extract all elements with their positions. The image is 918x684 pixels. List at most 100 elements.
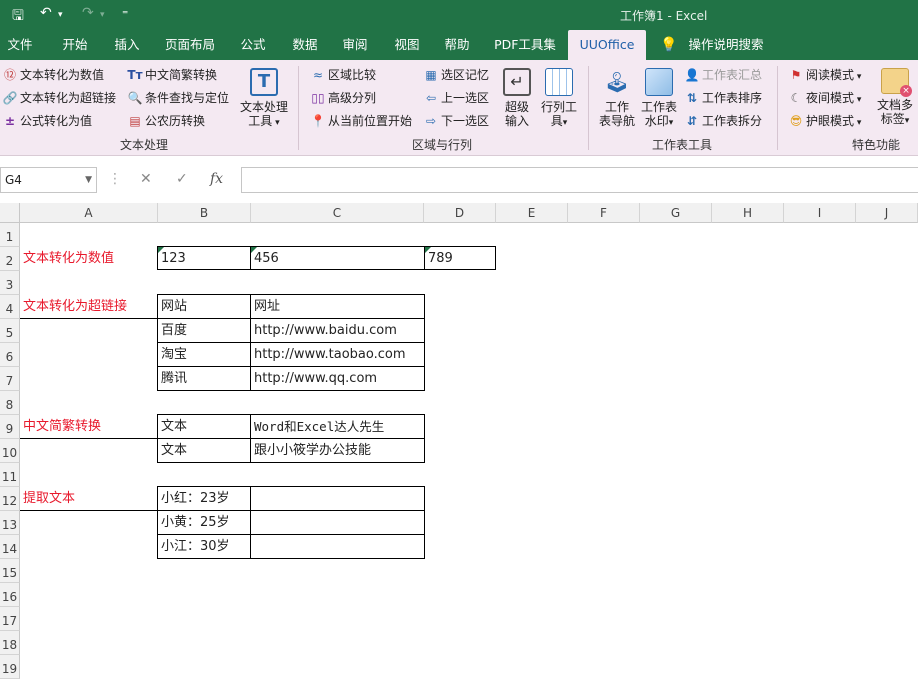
cell-b9[interactable]: 文本: [157, 414, 251, 439]
cell-c13[interactable]: [250, 510, 425, 535]
cell-d2[interactable]: 789: [424, 246, 496, 270]
row-header[interactable]: 5: [0, 319, 20, 343]
cell-a12[interactable]: 提取文本: [20, 487, 157, 511]
column-header[interactable]: F: [568, 203, 640, 223]
undo-icon[interactable]: ↶: [40, 5, 52, 21]
text-processing-tools-button[interactable]: T 文本处理 工具 ▾: [238, 68, 290, 130]
row-header[interactable]: 10: [0, 439, 20, 463]
row-header[interactable]: 13: [0, 511, 20, 535]
cell-b10[interactable]: 文本: [157, 438, 251, 463]
confirm-icon[interactable]: ✓: [176, 171, 188, 187]
cell-b4[interactable]: 网站: [157, 294, 251, 319]
tab-home[interactable]: 开始: [50, 30, 100, 60]
cell-a9[interactable]: 中文简繁转换: [20, 415, 157, 439]
column-header[interactable]: G: [640, 203, 712, 223]
cell-b2[interactable]: 123: [157, 246, 251, 270]
from-current-position-button[interactable]: 📍 从当前位置开始: [310, 111, 413, 131]
formula-to-value-button[interactable]: ± 公式转化为值: [2, 111, 92, 131]
column-header[interactable]: E: [496, 203, 568, 223]
column-header[interactable]: H: [712, 203, 784, 223]
lunar-calendar-button[interactable]: ▤ 公农历转换: [127, 111, 205, 131]
cell-b6[interactable]: 淘宝: [157, 342, 251, 367]
row-header[interactable]: 11: [0, 463, 20, 487]
cell-b14[interactable]: 小江：30岁: [157, 534, 251, 559]
text-to-hyperlink-button[interactable]: 🔗 文本转化为超链接: [2, 88, 117, 108]
select-all-corner[interactable]: [0, 203, 20, 223]
cell-b13[interactable]: 小黄：25岁: [157, 510, 251, 535]
advanced-split-button[interactable]: ▯▯ 高级分列: [310, 88, 376, 108]
chevron-down-icon[interactable]: ▼: [85, 168, 92, 192]
row-header[interactable]: 14: [0, 535, 20, 559]
row-header[interactable]: 7: [0, 367, 20, 391]
column-header[interactable]: I: [784, 203, 856, 223]
cell-c4[interactable]: 网址: [250, 294, 425, 319]
cell-c9[interactable]: Word和Excel达人先生: [250, 414, 425, 439]
name-box[interactable]: G4 ▼: [0, 167, 97, 193]
cell-c10[interactable]: 跟小小筱学办公技能: [250, 438, 425, 463]
reading-mode-button[interactable]: ⚑ 阅读模式 ▾: [788, 65, 862, 85]
row-header[interactable]: 3: [0, 271, 20, 295]
row-header[interactable]: 16: [0, 583, 20, 607]
row-header[interactable]: 4: [0, 295, 20, 319]
row-header[interactable]: 2: [0, 247, 20, 271]
row-header[interactable]: 15: [0, 559, 20, 583]
row-header[interactable]: 17: [0, 607, 20, 631]
cell-c2[interactable]: 456: [250, 246, 425, 270]
cell-c6[interactable]: http://www.taobao.com: [250, 342, 425, 367]
document-tabs-button[interactable]: × 文档多 标签▾: [872, 68, 918, 128]
column-header[interactable]: C: [251, 203, 424, 223]
night-mode-button[interactable]: ☾ 夜间模式 ▾: [788, 88, 862, 108]
insert-function-icon[interactable]: fx: [210, 171, 223, 187]
tab-file[interactable]: 文件: [0, 30, 40, 60]
cell-c12[interactable]: [250, 486, 425, 511]
cell-b5[interactable]: 百度: [157, 318, 251, 343]
sheet-watermark-button[interactable]: 工作表 水印▾: [638, 68, 680, 130]
sheet-summary-button[interactable]: 👤 工作表汇总: [684, 65, 763, 85]
save-icon[interactable]: 🖫: [12, 5, 24, 29]
chinese-convert-button[interactable]: Tт 中文简繁转换: [127, 65, 217, 85]
column-header[interactable]: B: [158, 203, 251, 223]
cell-c14[interactable]: [250, 534, 425, 559]
cell-b12[interactable]: 小红：23岁: [157, 486, 251, 511]
customize-toolbar-icon[interactable]: ⁼: [122, 7, 128, 21]
tab-uuoffice[interactable]: UUOffice: [568, 30, 646, 60]
row-column-tools-button[interactable]: 行列工 具▾: [538, 68, 580, 130]
sheet-split-button[interactable]: ⇵ 工作表拆分: [684, 111, 762, 131]
cell-b7[interactable]: 腾讯: [157, 366, 251, 391]
row-header[interactable]: 19: [0, 655, 20, 679]
tell-me-search[interactable]: 操作说明搜索: [684, 30, 768, 60]
undo-dropdown-icon[interactable]: ▾: [58, 10, 63, 20]
tab-data[interactable]: 数据: [282, 30, 328, 60]
column-header[interactable]: D: [424, 203, 496, 223]
formula-input[interactable]: [241, 167, 918, 193]
previous-selection-button[interactable]: ⇦ 上一选区: [423, 88, 489, 108]
tab-view[interactable]: 视图: [384, 30, 430, 60]
column-header[interactable]: A: [20, 203, 158, 223]
eye-protection-button[interactable]: 😎 护眼模式 ▾: [788, 111, 862, 131]
row-header[interactable]: 6: [0, 343, 20, 367]
next-selection-button[interactable]: ⇨ 下一选区: [423, 111, 489, 131]
redo-dropdown-icon[interactable]: ▾: [100, 10, 105, 20]
row-header[interactable]: 8: [0, 391, 20, 415]
tab-insert[interactable]: 插入: [104, 30, 150, 60]
row-header[interactable]: 18: [0, 631, 20, 655]
range-compare-button[interactable]: ≈ 区域比较: [310, 65, 376, 85]
tab-pdf-tools[interactable]: PDF工具集: [488, 30, 562, 60]
super-input-button[interactable]: ↵ 超级 输入: [500, 68, 534, 128]
cell-c7[interactable]: http://www.qq.com: [250, 366, 425, 391]
tab-formulas[interactable]: 公式: [230, 30, 276, 60]
sheet-navigation-button[interactable]: 🕹 工作 表导航: [596, 68, 638, 128]
cancel-icon[interactable]: ✕: [140, 171, 152, 187]
conditional-find-button[interactable]: 🔍 条件查找与定位: [127, 88, 230, 108]
redo-icon[interactable]: ↷: [82, 5, 94, 21]
column-header[interactable]: J: [856, 203, 918, 223]
selection-memory-button[interactable]: ▦ 选区记忆: [423, 65, 489, 85]
cell-a2[interactable]: 文本转化为数值: [20, 247, 157, 271]
text-to-number-button[interactable]: ⑫ 文本转化为数值: [2, 65, 104, 85]
tab-review[interactable]: 审阅: [332, 30, 378, 60]
tab-help[interactable]: 帮助: [434, 30, 480, 60]
cell-c5[interactable]: http://www.baidu.com: [250, 318, 425, 343]
row-header[interactable]: 9: [0, 415, 20, 439]
row-header[interactable]: 12: [0, 487, 20, 511]
row-header[interactable]: 1: [0, 223, 20, 247]
